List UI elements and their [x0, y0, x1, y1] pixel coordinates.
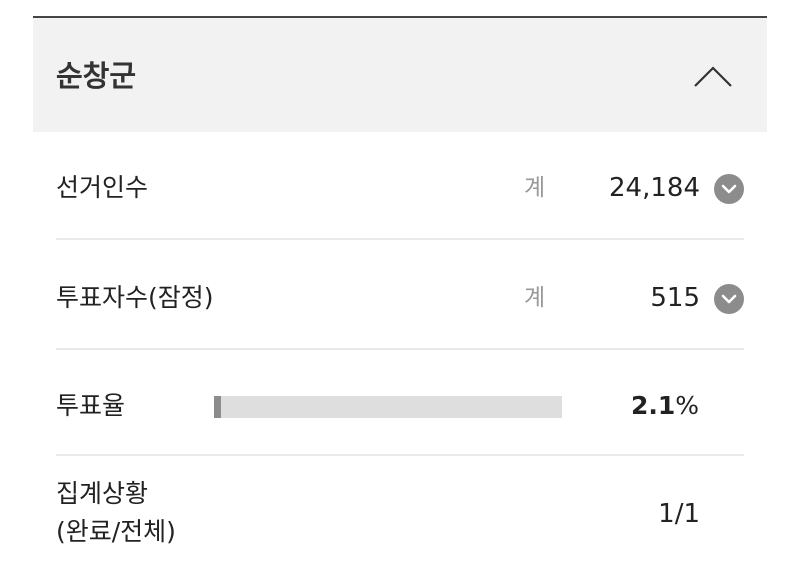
electorate-label: 선거인수 — [56, 173, 149, 202]
electorate-expand-button[interactable] — [714, 174, 744, 204]
turnout-unit: % — [675, 391, 700, 420]
chevron-up-icon — [694, 66, 732, 87]
voters-total-label: 계 — [524, 285, 546, 311]
voters-label: 투표자수(잠정) — [56, 283, 214, 312]
turnout-label: 투표율 — [56, 391, 126, 420]
electorate-total-label: 계 — [524, 175, 546, 201]
panel-header[interactable]: 순창군 — [33, 16, 767, 132]
count-status-row: 집계상황 (완료/전체) 1/1 — [56, 456, 744, 562]
turnout-progress-fill — [214, 396, 222, 418]
count-status-value: 1/1 — [658, 499, 700, 529]
turnout-row: 투표율 2.1% — [56, 350, 744, 456]
region-result-panel: 순창군 선거인수 계 24,184 투표자수(잠정) 계 515 투표율 2.1… — [33, 16, 767, 562]
voters-expand-button[interactable] — [714, 284, 744, 314]
region-title: 순창군 — [56, 59, 137, 93]
turnout-value: 2.1% — [631, 390, 699, 422]
count-status-label-line1: 집계상황 — [56, 479, 149, 508]
electorate-value: 24,184 — [609, 173, 700, 203]
turnout-progress-bar — [214, 396, 562, 418]
chevron-down-icon — [721, 294, 737, 304]
collapse-button[interactable] — [689, 60, 737, 92]
voters-row: 투표자수(잠정) 계 515 — [56, 240, 744, 350]
chevron-down-icon — [721, 184, 737, 194]
count-status-label-line2: (완료/전체) — [56, 517, 176, 546]
turnout-number: 2.1 — [631, 391, 676, 420]
electorate-row: 선거인수 계 24,184 — [56, 132, 744, 240]
voters-value: 515 — [650, 283, 700, 313]
